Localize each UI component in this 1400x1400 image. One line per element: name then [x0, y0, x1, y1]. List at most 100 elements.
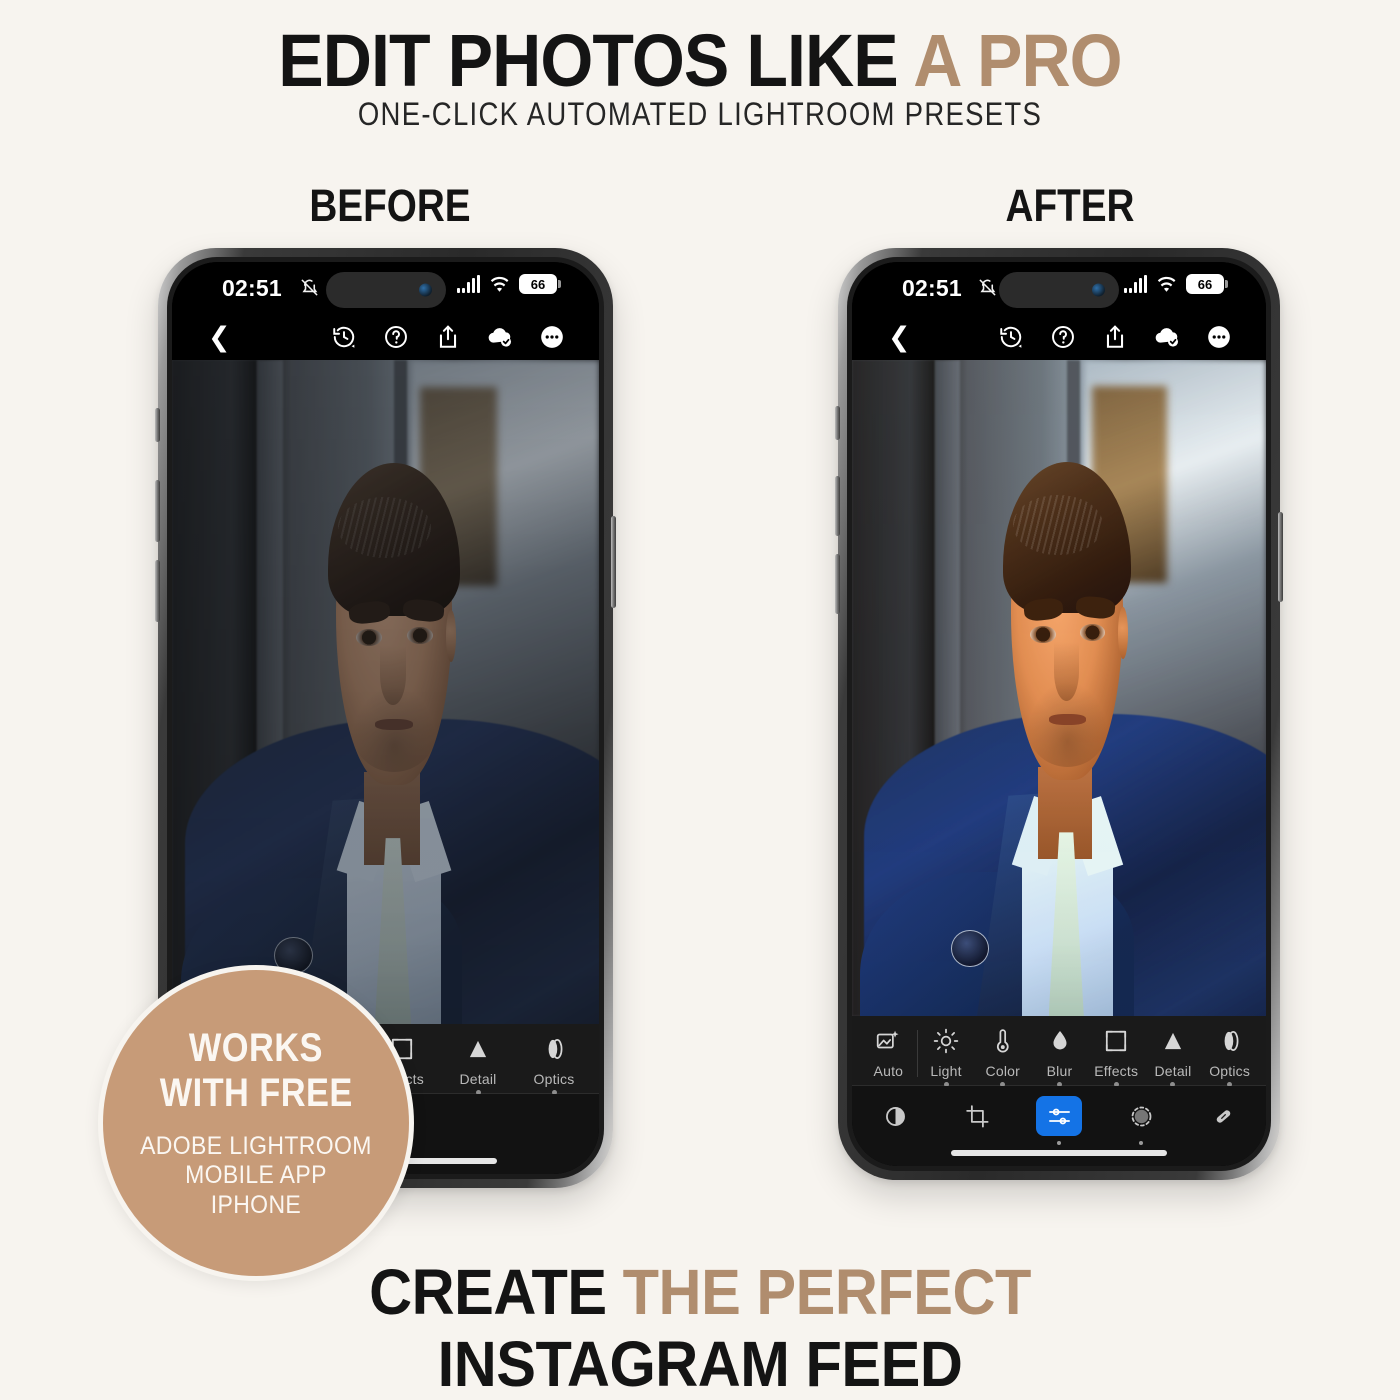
app-top-toolbar: ❮	[172, 314, 599, 360]
volume-up-button[interactable]	[155, 480, 160, 542]
phone-bezel: 02:51	[847, 257, 1271, 1171]
badge-sub-line-1: ADOBE LIGHTROOM	[140, 1131, 372, 1160]
works-with-free-badge: WORKS WITH FREE ADOBE LIGHTROOM MOBILE A…	[98, 965, 414, 1281]
history-clock-icon[interactable]	[331, 324, 357, 350]
optics-lens-icon	[1217, 1028, 1243, 1054]
share-up-icon[interactable]	[435, 324, 461, 350]
battery-indicator: 66	[519, 274, 561, 294]
tool-indicator-dot	[1057, 1141, 1061, 1145]
status-indicators: 66	[457, 274, 561, 294]
photo-preview-before[interactable]	[172, 360, 599, 1024]
cellular-bars-icon	[457, 275, 480, 293]
edit-tab-light[interactable]: Light	[918, 1028, 975, 1087]
healing-brush-icon	[1210, 1103, 1237, 1130]
sliders-adjust-icon	[1046, 1103, 1073, 1130]
action-button[interactable]	[155, 408, 160, 442]
phone-screen-after: 02:51 66 ❮ Auto Light Color Blur Effects…	[852, 262, 1266, 1166]
after-label: AFTER	[1005, 180, 1135, 231]
status-time: 02:51	[222, 275, 282, 301]
battery-indicator: 66	[1186, 274, 1228, 294]
front-camera-icon	[1092, 283, 1105, 297]
wifi-icon	[489, 276, 510, 292]
edit-tab-label: Optics	[1209, 1063, 1251, 1079]
edit-tab-label: Blur	[1046, 1063, 1073, 1079]
edit-tab-blur[interactable]: Blur	[1031, 1028, 1088, 1087]
before-label: BEFORE	[309, 180, 471, 231]
presets-tool[interactable]	[872, 1096, 918, 1136]
edit-tab-label: Optics	[533, 1071, 575, 1087]
edit-tab-detail[interactable]: Detail	[1145, 1028, 1202, 1087]
status-bar: 02:51 66	[852, 262, 1266, 314]
footer-line-1-plain: CREATE	[369, 1256, 623, 1328]
photo-preview-after[interactable]	[852, 360, 1266, 1016]
toolbar-actions	[331, 324, 575, 350]
edit-tab-effects[interactable]: Effects	[1088, 1028, 1145, 1087]
thermometer-icon	[990, 1028, 1016, 1054]
volume-down-button[interactable]	[155, 560, 160, 622]
badge-subtext: ADOBE LIGHTROOM MOBILE APP IPHONE	[140, 1132, 372, 1221]
crop-tool[interactable]	[954, 1096, 1000, 1136]
footer-line-2: INSTAGRAM FEED	[437, 1328, 963, 1400]
water-drop-icon	[1047, 1028, 1073, 1054]
ellipsis-circle-icon[interactable]	[1206, 324, 1232, 350]
question-circle-icon[interactable]	[1050, 324, 1076, 350]
page-title-accent: A PRO	[913, 19, 1122, 102]
healing-tool[interactable]	[1200, 1096, 1246, 1136]
history-clock-icon[interactable]	[998, 324, 1024, 350]
volume-up-button[interactable]	[835, 476, 840, 536]
footer-line-1-accent: THE PERFECT	[622, 1256, 1032, 1328]
detail-triangle-icon	[465, 1036, 491, 1062]
status-bar: 02:51 66	[172, 262, 599, 314]
tool-row	[852, 1086, 1266, 1145]
auto-magic-photo-icon	[875, 1028, 901, 1054]
dynamic-island	[999, 272, 1119, 308]
bell-slash-icon	[300, 278, 319, 303]
effects-frame-icon	[1103, 1028, 1129, 1054]
power-button[interactable]	[611, 516, 616, 608]
phone-mockup-after: 02:51 66 ❮ Auto Light Color Blur Effects…	[835, 248, 1283, 1180]
edit-tab-optics[interactable]: Optics	[525, 1036, 583, 1095]
bell-slash-icon	[978, 278, 997, 303]
masking-dashed-circle-icon	[1128, 1103, 1155, 1130]
chevron-left-icon[interactable]: ❮	[888, 323, 911, 351]
page-subtitle: ONE-CLICK AUTOMATED LIGHTROOM PRESETS	[357, 96, 1043, 132]
crop-rotate-icon	[964, 1103, 991, 1130]
dynamic-island	[325, 272, 446, 308]
badge-line-2: WITH FREE	[159, 1070, 353, 1115]
cloud-check-icon[interactable]	[1154, 324, 1180, 350]
presets-circle-icon	[882, 1103, 909, 1130]
page-title: EDIT PHOTOS LIKE A PRO	[56, 24, 1344, 98]
cellular-bars-icon	[1124, 275, 1147, 293]
edit-tab-bar: Auto Light Color Blur Effects Detail Optics	[852, 1016, 1266, 1087]
badge-sub-line-2: MOBILE APP	[185, 1161, 327, 1190]
edit-tab-detail[interactable]: Detail	[449, 1036, 507, 1095]
edit-tab-label: Detail	[459, 1071, 497, 1087]
action-button[interactable]	[835, 406, 840, 440]
edit-tab-label: Color	[985, 1063, 1021, 1079]
power-button[interactable]	[1278, 512, 1283, 602]
edit-tab-label: Effects	[1094, 1063, 1139, 1079]
status-indicators: 66	[1124, 274, 1228, 294]
cloud-check-icon[interactable]	[487, 324, 513, 350]
detail-triangle-icon	[1160, 1028, 1186, 1054]
edit-tab-optics[interactable]: Optics	[1201, 1028, 1258, 1087]
volume-down-button[interactable]	[835, 554, 840, 614]
edit-tab-auto[interactable]: Auto	[860, 1028, 917, 1079]
masking-tool[interactable]	[1118, 1096, 1164, 1145]
edit-tab-label: Light	[930, 1063, 962, 1079]
edit-tool[interactable]	[1036, 1096, 1082, 1145]
app-top-toolbar: ❮	[852, 314, 1266, 360]
chevron-left-icon[interactable]: ❮	[208, 323, 231, 351]
sun-icon	[933, 1028, 959, 1054]
edit-tab-color[interactable]: Color	[974, 1028, 1031, 1087]
wifi-icon	[1156, 276, 1177, 292]
edit-tab-label: Detail	[1154, 1063, 1192, 1079]
question-circle-icon[interactable]	[383, 324, 409, 350]
badge-sub-line-3: IPHONE	[210, 1190, 302, 1219]
toolbar-actions	[998, 324, 1242, 350]
share-up-icon[interactable]	[1102, 324, 1128, 350]
page-title-plain: EDIT PHOTOS LIKE	[278, 19, 914, 102]
ellipsis-circle-icon[interactable]	[539, 324, 565, 350]
front-camera-icon	[418, 283, 432, 297]
edit-tab-label: Auto	[873, 1063, 904, 1079]
